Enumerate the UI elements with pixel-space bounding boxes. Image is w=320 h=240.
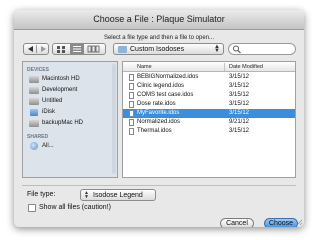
sidebar-item-label: iDisk (42, 109, 55, 115)
document-icon (129, 92, 134, 99)
folder-popup-label: Custom Isodoses (130, 46, 185, 53)
sidebar-item-backupmac-hd[interactable]: backupMac HD (29, 119, 115, 128)
search-input[interactable] (242, 45, 292, 53)
hard-drive-icon (29, 76, 39, 83)
sidebar-item-all[interactable]: All... (29, 142, 115, 151)
column-view-icon[interactable] (86, 44, 100, 54)
chevron-updown-icon: ▲ ▼ (214, 44, 220, 54)
file-row[interactable]: BEBIGNormalized.idos 3/15/12 (123, 73, 295, 82)
document-icon (129, 119, 134, 126)
document-icon (129, 74, 134, 81)
file-date: 3/15/12 (229, 110, 250, 116)
sidebar-item-untitled[interactable]: Untitled (29, 97, 115, 106)
file-row-selected[interactable]: MyFavorite.idos 3/15/12 (123, 109, 295, 118)
file-name: COMS test case.idos (137, 92, 194, 98)
column-header-date-modified[interactable]: Date Modified (229, 64, 263, 70)
sidebar-item-development[interactable]: Development (29, 86, 115, 95)
sidebar-item-macintosh-hd[interactable]: Macintosh HD (29, 75, 115, 84)
file-type-value: Isodose Legend (93, 192, 143, 199)
file-date: 3/15/12 (229, 128, 250, 134)
title-bar[interactable]: Choose a File : Plaque Simulator (14, 10, 304, 30)
resize-grip-icon[interactable] (295, 218, 303, 226)
document-icon (129, 83, 134, 90)
file-date: 9/21/12 (229, 119, 250, 125)
choose-button[interactable]: Choose (264, 218, 298, 227)
document-icon (129, 110, 134, 117)
column-header-row: Name Date Modified (123, 62, 295, 72)
chevron-updown-icon: ▲ ▼ (84, 190, 89, 200)
hard-drive-icon (29, 120, 39, 127)
back-forward-buttons (23, 43, 49, 55)
sidebar: DEVICES Macintosh HD Development Untitle… (22, 61, 118, 178)
network-globe-icon (30, 142, 38, 150)
file-name: BEBIGNormalized.idos (137, 74, 199, 80)
file-row[interactable]: Clinic legend.idos 3/15/12 (123, 82, 295, 91)
folder-icon (118, 46, 127, 53)
folder-popup[interactable]: Custom Isodoses ▲ ▼ (113, 43, 224, 55)
show-all-files-checkbox[interactable] (28, 204, 36, 212)
list-view-icon[interactable] (70, 44, 84, 54)
bottom-options: File type: ▲ ▼ Isodose Legend Show all fi… (22, 185, 296, 212)
file-list: Name Date Modified BEBIGNormalized.idos … (122, 61, 296, 178)
sidebar-item-label: Untitled (42, 98, 63, 104)
sidebar-item-label: Macintosh HD (42, 76, 80, 82)
file-row[interactable]: Dose rate.idos 3/15/12 (123, 100, 295, 109)
file-row[interactable]: Normalized.idos 9/21/12 (123, 118, 295, 127)
sidebar-item-label: All... (42, 143, 54, 149)
file-date: 3/15/12 (229, 83, 250, 89)
sidebar-scrollbar[interactable] (112, 64, 116, 174)
view-mode-buttons (52, 43, 106, 55)
sidebar-item-label: Development (42, 87, 78, 93)
sidebar-heading-shared: SHARED (27, 134, 49, 140)
sidebar-item-label: backupMac HD (42, 120, 84, 126)
hard-drive-icon (29, 98, 39, 105)
sidebar-item-idisk[interactable]: iDisk (29, 108, 115, 117)
idisk-icon (30, 109, 38, 116)
file-row[interactable]: Thermal.idos 3/15/12 (123, 127, 295, 136)
document-icon (129, 128, 134, 135)
file-date: 3/15/12 (229, 101, 250, 107)
file-row[interactable]: COMS test case.idos 3/15/12 (123, 91, 295, 100)
hard-drive-icon (29, 87, 39, 94)
dialog-prompt: Select a file type and then a file to op… (103, 35, 215, 41)
file-type-popup[interactable]: ▲ ▼ Isodose Legend (80, 189, 156, 201)
document-icon (129, 101, 134, 108)
file-date: 3/15/12 (229, 74, 250, 80)
file-chooser-dialog: Choose a File : Plaque Simulator Select … (14, 10, 304, 227)
file-name: Dose rate.idos (137, 101, 176, 107)
file-name: Thermal.idos (137, 128, 172, 134)
forward-arrow-icon[interactable] (37, 44, 49, 54)
column-header-name[interactable]: Name (137, 64, 152, 70)
cancel-button[interactable]: Cancel (220, 218, 254, 227)
file-name: MyFavorite.idos (137, 110, 180, 116)
file-date: 3/15/12 (229, 92, 250, 98)
icon-view-icon[interactable] (55, 44, 69, 54)
file-type-label: File type: (27, 191, 56, 198)
file-name: Normalized.idos (137, 119, 181, 125)
sidebar-heading-devices: DEVICES (27, 67, 49, 73)
search-icon (233, 45, 241, 54)
file-name: Clinic legend.idos (137, 83, 185, 89)
search-field[interactable] (228, 43, 296, 55)
window-title: Choose a File : Plaque Simulator (93, 14, 225, 24)
show-all-files-label[interactable]: Show all files (caution!) (39, 204, 111, 211)
